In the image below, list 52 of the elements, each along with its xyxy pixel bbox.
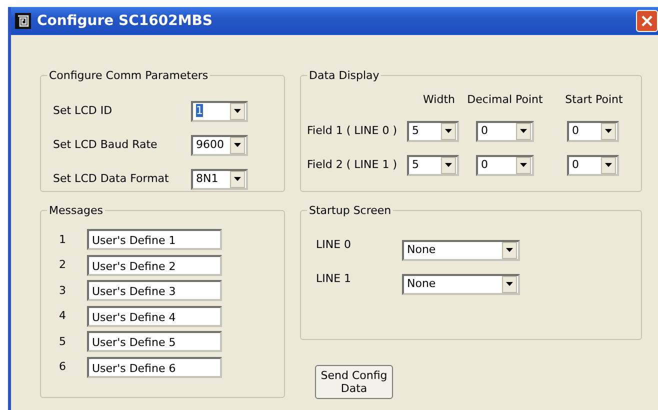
field-label: Set LCD Data Format: [53, 170, 169, 187]
group-title: Messages: [47, 203, 105, 220]
dropdown[interactable]: 5: [407, 154, 459, 176]
text-input[interactable]: User's Define 2: [87, 254, 222, 276]
dropdown[interactable]: 5: [407, 120, 459, 142]
dropdown[interactable]: None: [402, 240, 520, 260]
group-title: Configure Comm Parameters: [47, 68, 210, 84]
dropdown[interactable]: 8N1: [191, 168, 248, 190]
field-label: LINE 1: [316, 271, 352, 287]
text-input[interactable]: User's Define 3: [87, 280, 222, 302]
close-icon[interactable]: [636, 10, 658, 32]
field-label: Set LCD ID: [53, 102, 112, 119]
caret-icon: [506, 248, 513, 252]
dropdown[interactable]: 9600: [191, 134, 248, 156]
dropdown[interactable]: 0: [567, 120, 619, 142]
column-header: Width: [422, 92, 456, 108]
caret-icon: [234, 109, 241, 113]
window-title: Configure SC1602MBS: [37, 12, 213, 30]
caret-icon: [520, 129, 527, 133]
row-number: 1: [59, 232, 67, 248]
group-title: Data Display: [307, 68, 382, 84]
dropdown[interactable]: 0: [476, 154, 534, 176]
text-input[interactable]: User's Define 5: [87, 331, 222, 352]
text-input[interactable]: User's Define 4: [87, 306, 222, 327]
row-number: 5: [59, 334, 67, 350]
dropdown[interactable]: None: [402, 274, 520, 294]
dropdown[interactable]: 0: [567, 154, 619, 176]
column-header: Decimal Point: [466, 92, 544, 108]
send-config-button[interactable]: Send Config Data: [315, 365, 393, 399]
column-header: Start Point: [564, 92, 624, 108]
caret-icon: [445, 129, 452, 133]
caret-icon: [234, 177, 241, 181]
caret-icon: [445, 163, 452, 167]
row-number: 4: [59, 308, 67, 324]
caret-icon: [234, 143, 241, 147]
caret-icon: [605, 163, 612, 167]
group-title: Startup Screen: [307, 203, 394, 220]
field-label: Field 2 ( LINE 1 ): [307, 156, 398, 173]
caret-icon: [605, 129, 612, 133]
row-number: 3: [59, 282, 67, 298]
text-input[interactable]: User's Define 1: [87, 229, 222, 250]
dropdown[interactable]: 0: [476, 120, 534, 142]
row-number: 6: [59, 359, 67, 375]
row-number: 2: [59, 257, 67, 273]
field-label: Set LCD Baud Rate: [53, 136, 158, 153]
caret-icon: [520, 163, 527, 167]
caret-icon: [506, 282, 513, 286]
app-icon: [15, 13, 31, 29]
field-label: Field 1 ( LINE 0 ): [307, 122, 398, 139]
text-input[interactable]: User's Define 6: [87, 356, 222, 378]
dropdown[interactable]: 1: [191, 100, 248, 122]
field-label: LINE 0: [316, 237, 352, 253]
